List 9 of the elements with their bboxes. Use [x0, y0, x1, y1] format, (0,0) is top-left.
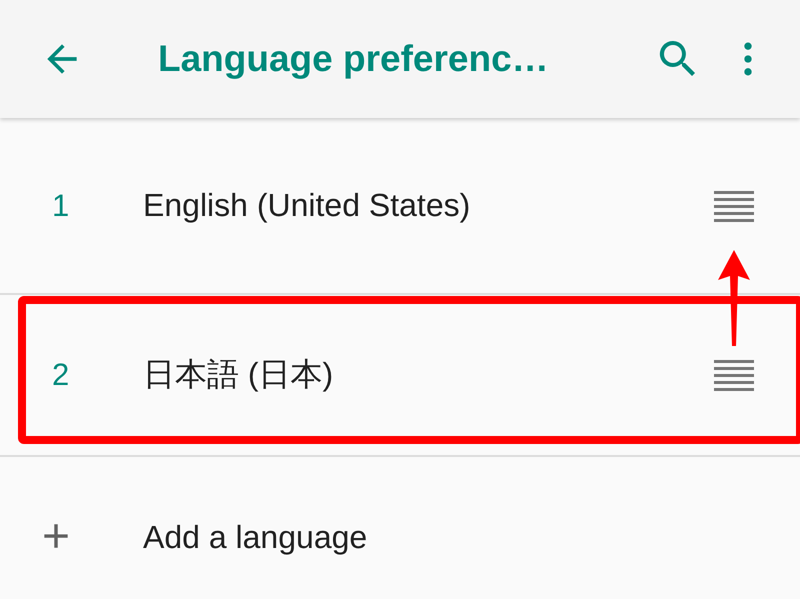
screen-title: Language preferenc…: [158, 38, 549, 80]
language-name: 日本語 (日本): [143, 355, 334, 394]
add-icon[interactable]: +: [0, 513, 143, 561]
add-language-link[interactable]: Add a language: [143, 518, 368, 556]
drag-handle-icon[interactable]: [714, 359, 754, 391]
language-rank: 2: [51, 357, 70, 393]
language-rank: 1: [51, 188, 70, 224]
language-name: English (United States): [143, 187, 470, 224]
drag-handle-icon[interactable]: [714, 190, 754, 222]
